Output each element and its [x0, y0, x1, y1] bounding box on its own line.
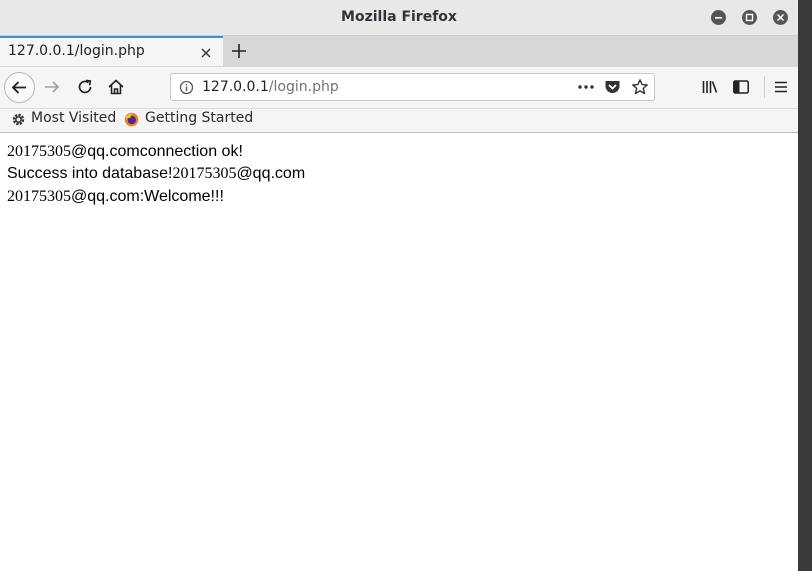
title-bar: Mozilla Firefox [0, 0, 798, 36]
firefox-icon [124, 112, 139, 127]
back-icon [11, 81, 26, 94]
back-button[interactable] [4, 72, 35, 103]
sidebar-icon[interactable] [732, 78, 750, 96]
reload-icon[interactable] [76, 78, 94, 96]
url-path: /login.php [268, 79, 339, 95]
bookmark-getting-started[interactable]: Getting Started [145, 110, 253, 126]
close-window-button[interactable] [773, 10, 788, 25]
page-actions-icon[interactable] [577, 84, 595, 90]
info-icon[interactable] [179, 80, 194, 95]
page-line-2: Success into database!20175305@qq.com [7, 165, 305, 183]
forward-icon[interactable] [43, 78, 61, 96]
bookmarks-toolbar: Most Visited Getting Started [0, 109, 798, 133]
home-icon[interactable] [107, 78, 125, 96]
tab-strip: 127.0.0.1/login.php [0, 36, 798, 67]
gear-icon [12, 113, 25, 126]
line-2-number: 20175305 [172, 165, 237, 182]
close-icon [776, 13, 785, 22]
minimize-button[interactable] [711, 10, 726, 25]
line-2-prefix: Success into database! [7, 165, 173, 182]
menu-icon[interactable] [772, 78, 790, 96]
maximize-button[interactable] [742, 10, 757, 25]
new-tab-icon[interactable] [230, 42, 248, 60]
line-3-number: 20175305 [7, 188, 71, 205]
tab-title: 127.0.0.1/login.php [8, 43, 145, 59]
line-1-number: 20175305 [7, 143, 71, 160]
tab-active[interactable]: 127.0.0.1/login.php [0, 36, 223, 66]
navigation-toolbar: 127.0.0.1/login.php [0, 67, 798, 109]
bookmark-star-icon[interactable] [631, 78, 649, 96]
library-icon[interactable] [701, 78, 719, 96]
line-1-text: @qq.comconnection ok! [71, 143, 243, 160]
page-line-1: 20175305@qq.comconnection ok! [7, 143, 243, 161]
toolbar-separator [764, 76, 765, 98]
tab-close-icon[interactable] [199, 46, 213, 60]
window-edge [798, 0, 812, 571]
page-content: 20175305@qq.comconnection ok! Success in… [0, 133, 798, 571]
url-text[interactable]: 127.0.0.1/login.php [202, 79, 339, 95]
url-host: 127.0.0.1 [202, 79, 269, 95]
browser-window: Mozilla Firefox 127.0.0.1/login.php 127.… [0, 0, 798, 571]
window-title: Mozilla Firefox [341, 9, 457, 25]
url-bar[interactable]: 127.0.0.1/login.php [170, 73, 655, 101]
bookmark-most-visited[interactable]: Most Visited [31, 110, 116, 126]
page-line-3: 20175305@qq.com:Welcome!!! [7, 188, 224, 206]
maximize-icon [745, 13, 754, 22]
minimize-icon [715, 17, 722, 19]
pocket-icon[interactable] [604, 79, 621, 95]
line-2-text: @qq.com [236, 165, 306, 182]
line-3-text: @qq.com:Welcome!!! [71, 188, 224, 205]
